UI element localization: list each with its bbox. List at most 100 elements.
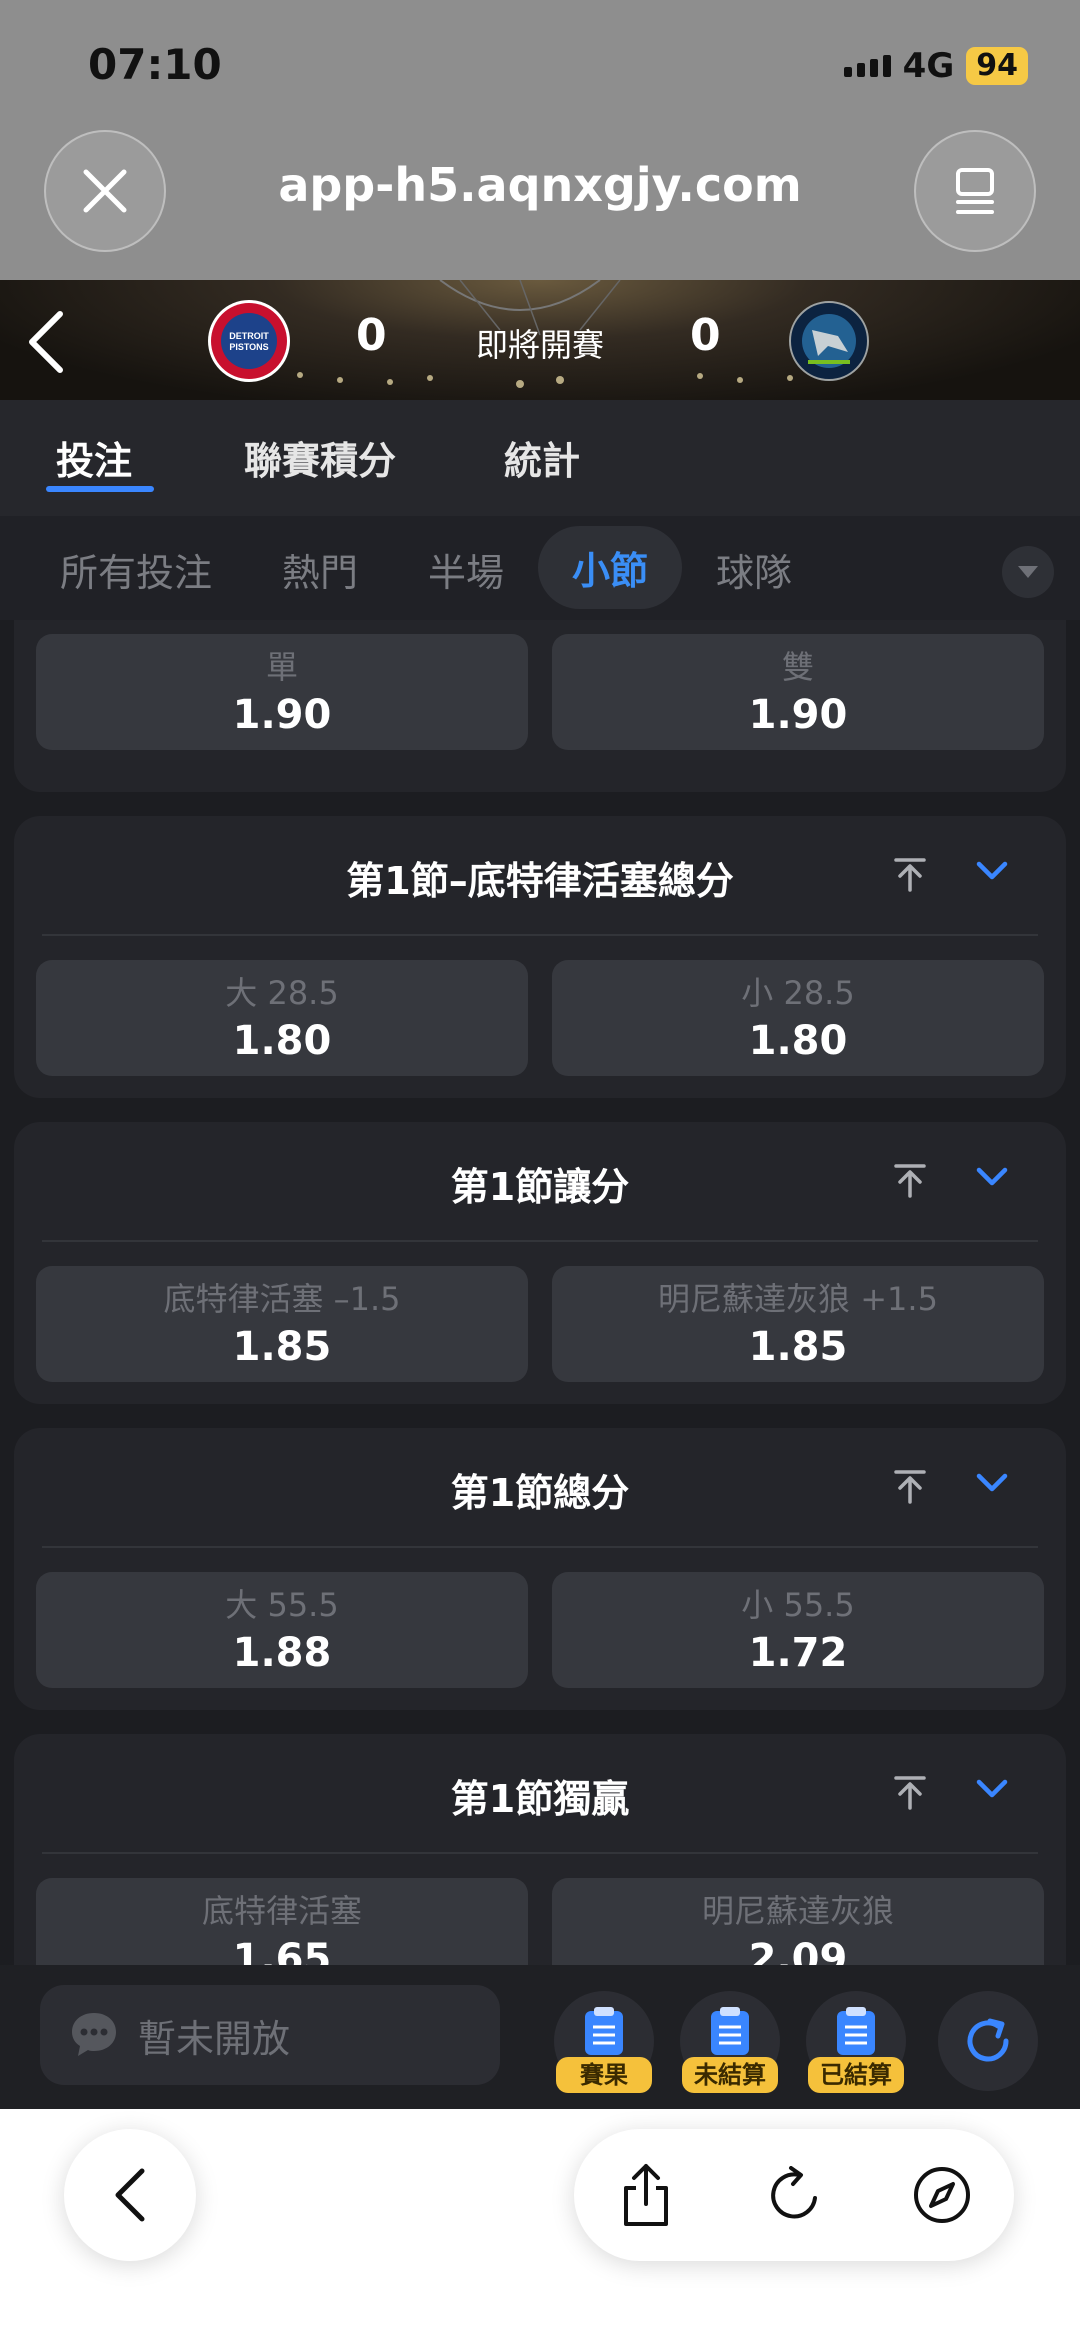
reload-icon — [771, 2166, 817, 2219]
match-status: 即將開賽 — [475, 326, 604, 364]
browser-back-button[interactable] — [64, 2129, 196, 2261]
explore-button[interactable] — [906, 2159, 978, 2231]
network-type: 4G — [902, 46, 955, 86]
odd-button[interactable]: 單 1.90 — [36, 634, 528, 750]
odd-value: 1.85 — [748, 1324, 848, 1370]
market-card: 第1節總分 大 55.5 1.88 小 55.5 1.72 — [14, 1428, 1066, 1710]
settled-button[interactable]: 已結算 — [806, 1991, 906, 2093]
market-header: 第1節–底特律活塞總分 — [42, 816, 1038, 936]
close-button[interactable] — [44, 130, 166, 252]
chat-input[interactable]: 暫未開放 — [40, 1985, 500, 2085]
odd-value: 1.90 — [748, 692, 848, 738]
odd-button[interactable]: 小 55.5 1.72 — [552, 1572, 1044, 1688]
odd-label: 大 28.5 — [225, 974, 339, 1012]
signal-icon — [843, 55, 891, 77]
chevron-down-icon — [1018, 566, 1038, 578]
odd-label: 底特律活塞 –1.5 — [163, 1280, 401, 1318]
svg-text:PISTONS: PISTONS — [229, 342, 268, 352]
category-dropdown-button[interactable] — [1002, 546, 1054, 598]
market-card: 單 1.90 雙 1.90 — [14, 620, 1066, 792]
share-button[interactable] — [610, 2159, 682, 2231]
tab-stats[interactable]: 統計 — [504, 430, 580, 485]
odd-label: 大 55.5 — [225, 1586, 339, 1624]
odd-value: 2.09 — [748, 1936, 848, 1965]
odd-button[interactable]: 明尼蘇達灰狼 2.09 — [552, 1878, 1044, 1965]
odd-label: 小 28.5 — [741, 974, 855, 1012]
odd-button[interactable]: 底特律活塞 –1.5 1.85 — [36, 1266, 528, 1382]
tab-standings[interactable]: 聯賽積分 — [244, 430, 396, 485]
subtab-half-time[interactable]: 半場 — [428, 542, 504, 597]
unsettled-label: 未結算 — [682, 2057, 778, 2093]
market-header: 第1節總分 — [42, 1428, 1038, 1548]
status-time: 07:10 — [88, 40, 222, 89]
odd-value: 1.90 — [232, 692, 332, 738]
odd-value: 1.72 — [748, 1630, 848, 1676]
market-title: 第1節總分 — [450, 1471, 630, 1515]
results-label: 賽果 — [556, 2057, 652, 2093]
odd-button[interactable]: 大 28.5 1.80 — [36, 960, 528, 1076]
refresh-button[interactable] — [938, 1991, 1038, 2091]
url-display[interactable]: app-h5.aqnxgjy.com — [200, 158, 880, 212]
pin-top-icon[interactable] — [892, 1468, 928, 1504]
subtab-all-bets[interactable]: 所有投注 — [60, 542, 212, 597]
market-title: 第1節–底特律活塞總分 — [346, 859, 734, 903]
away-team-logo — [788, 300, 870, 382]
tabs-button[interactable] — [914, 130, 1036, 252]
tab-active-indicator — [46, 486, 154, 492]
home-team-logo: DETROIT PISTONS — [208, 300, 290, 382]
subtab-popular[interactable]: 熱門 — [282, 542, 358, 597]
market-header: 第1節讓分 — [42, 1122, 1038, 1242]
odd-label: 明尼蘇達灰狼 — [701, 1892, 894, 1930]
collapse-chevron-icon[interactable] — [976, 860, 1008, 882]
away-score: 0 — [690, 310, 721, 361]
browser-top-bar: 07:10 4G 94 app-h5.aqnxgjy.com — [0, 0, 1080, 280]
odd-label: 小 55.5 — [741, 1586, 855, 1624]
unsettled-button[interactable]: 未結算 — [680, 1991, 780, 2093]
odd-value: 1.80 — [748, 1018, 848, 1064]
pin-top-icon[interactable] — [892, 1162, 928, 1198]
odd-button[interactable]: 雙 1.90 — [552, 634, 1044, 750]
odd-label: 底特律活塞 — [201, 1892, 362, 1930]
tab-bets[interactable]: 投注 — [56, 430, 132, 485]
subtab-team[interactable]: 球隊 — [716, 542, 792, 597]
close-icon — [83, 169, 127, 213]
collapse-chevron-icon[interactable] — [976, 1472, 1008, 1494]
odd-button[interactable]: 明尼蘇達灰狼 +1.5 1.85 — [552, 1266, 1044, 1382]
bottom-app-bar: 暫未開放 賽果 未結算 已結算 — [0, 1965, 1080, 2109]
market-title: 第1節獨贏 — [450, 1777, 630, 1821]
browser-actions — [574, 2129, 1014, 2261]
back-button[interactable] — [24, 310, 68, 378]
odd-value: 1.85 — [232, 1324, 332, 1370]
settled-label: 已結算 — [808, 2057, 904, 2093]
results-button[interactable]: 賽果 — [554, 1991, 654, 2093]
clipboard-icon — [837, 2007, 875, 2055]
status-indicators: 4G 94 — [843, 46, 1028, 86]
svg-text:DETROIT: DETROIT — [229, 331, 269, 341]
odd-button[interactable]: 小 28.5 1.80 — [552, 960, 1044, 1076]
odd-value: 1.65 — [232, 1936, 332, 1965]
reload-button[interactable] — [758, 2159, 830, 2231]
pin-top-icon[interactable] — [892, 1774, 928, 1810]
collapse-chevron-icon[interactable] — [976, 1166, 1008, 1188]
subtab-quarter[interactable]: 小節 — [538, 526, 683, 609]
refresh-icon — [967, 2018, 1009, 2062]
odd-button[interactable]: 大 55.5 1.88 — [36, 1572, 528, 1688]
market-header: 第1節獨贏 — [42, 1734, 1038, 1854]
market-card: 第1節獨贏 底特律活塞 1.65 明尼蘇達灰狼 2.09 — [14, 1734, 1066, 1965]
collapse-chevron-icon[interactable] — [976, 1778, 1008, 1800]
share-icon — [624, 2164, 668, 2226]
chevron-left-icon — [115, 2168, 145, 2222]
chat-placeholder: 暫未開放 — [138, 2016, 291, 2061]
market-card: 第1節讓分 底特律活塞 –1.5 1.85 明尼蘇達灰狼 +1.5 1.85 — [14, 1122, 1066, 1404]
browser-bottom-toolbar — [0, 2109, 1080, 2337]
market-title: 第1節讓分 — [450, 1165, 630, 1209]
main-tabs: 投注 聯賽積分 統計 — [0, 400, 1080, 516]
pin-top-icon[interactable] — [892, 856, 928, 892]
back-chevron-icon — [29, 311, 63, 373]
odd-label: 雙 — [781, 648, 814, 686]
markets-list[interactable]: 單 1.90 雙 1.90 第1節–底特律活塞總分 大 28.5 1.80 小 … — [0, 620, 1080, 1965]
chat-icon — [72, 2013, 116, 2056]
odd-button[interactable]: 底特律活塞 1.65 — [36, 1878, 528, 1965]
tabs-icon — [956, 168, 994, 214]
odd-label: 單 — [265, 648, 298, 686]
